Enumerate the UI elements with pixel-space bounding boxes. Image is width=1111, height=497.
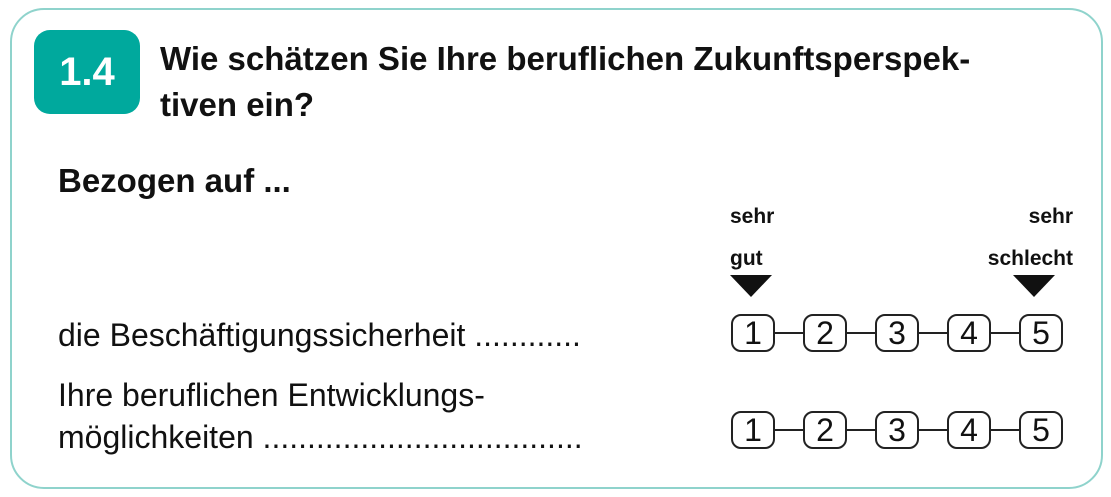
rating-scale-development-opportunities: 1 2 3 4 5 <box>731 411 1063 449</box>
scale-left-line-1: sehr <box>730 205 775 228</box>
scale-label-right: sehr schlecht <box>988 196 1073 280</box>
rating-option-2[interactable]: 2 <box>803 314 847 352</box>
question-line-1: Wie schätzen Sie Ihre beruflichen Zukunf… <box>160 40 971 77</box>
subheading: Bezogen auf ... <box>58 162 291 199</box>
arrow-down-icon <box>730 275 772 297</box>
rating-option-5[interactable]: 5 <box>1019 411 1063 449</box>
connector-line <box>991 332 1019 334</box>
rating-option-5[interactable]: 5 <box>1019 314 1063 352</box>
rating-scale-employment-security: 1 2 3 4 5 <box>731 314 1063 352</box>
connector-line <box>775 429 803 431</box>
item-label-employment-security: die Beschäftigungssicherheit ...........… <box>58 317 581 353</box>
item-label-development-opportunities: Ihre beruflichen Entwicklungs- möglichke… <box>58 374 583 458</box>
rating-option-3[interactable]: 3 <box>875 314 919 352</box>
rating-option-3[interactable]: 3 <box>875 411 919 449</box>
rating-option-2[interactable]: 2 <box>803 411 847 449</box>
question-number-badge: 1.4 <box>34 30 140 114</box>
arrow-down-icon <box>1013 275 1055 297</box>
connector-line <box>847 332 875 334</box>
item-2-line-2: möglichkeiten ..........................… <box>58 419 583 455</box>
rating-option-1[interactable]: 1 <box>731 314 775 352</box>
item-2-line-1: Ihre beruflichen Entwicklungs- <box>58 377 485 413</box>
connector-line <box>919 332 947 334</box>
connector-line <box>919 429 947 431</box>
scale-left-line-2: gut <box>730 247 763 270</box>
connector-line <box>847 429 875 431</box>
question-text: Wie schätzen Sie Ihre beruflichen Zukunf… <box>160 36 1085 128</box>
scale-label-left: sehr gut <box>730 196 774 280</box>
scale-right-line-1: sehr <box>1028 205 1073 228</box>
rating-option-4[interactable]: 4 <box>947 411 991 449</box>
rating-option-4[interactable]: 4 <box>947 314 991 352</box>
scale-right-line-2: schlecht <box>987 247 1073 270</box>
question-line-2: tiven ein? <box>160 86 315 123</box>
connector-line <box>991 429 1019 431</box>
connector-line <box>775 332 803 334</box>
rating-option-1[interactable]: 1 <box>731 411 775 449</box>
